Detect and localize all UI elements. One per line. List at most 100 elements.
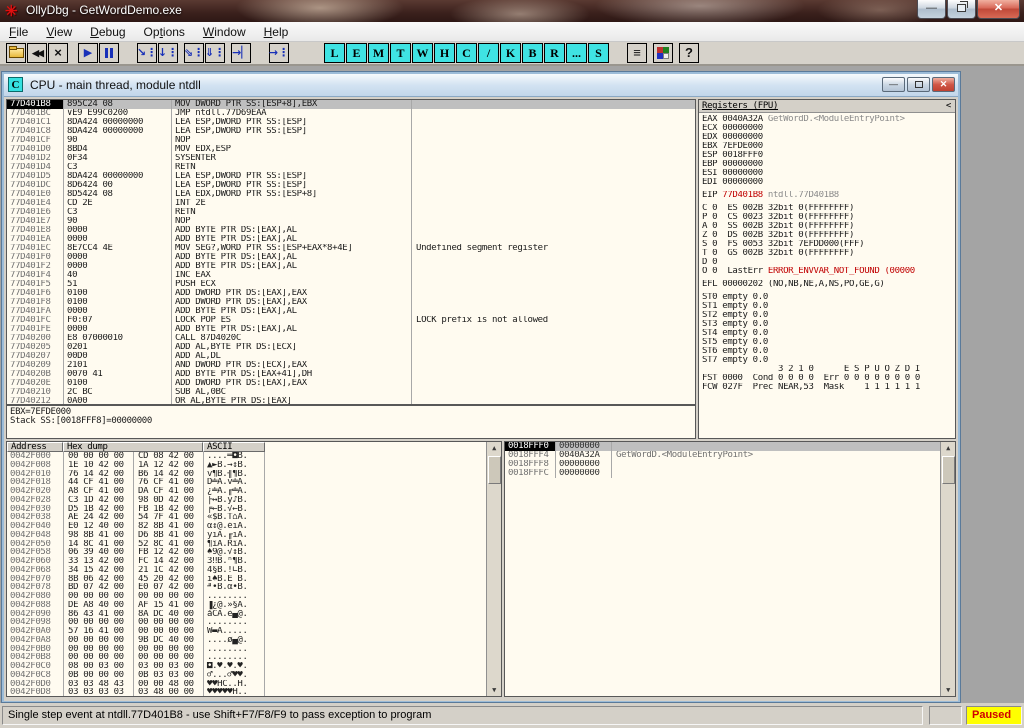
scroll-down-icon[interactable]: ▼ (941, 685, 955, 695)
disasm-row[interactable]: 77D401EA 0000 ADD BYTE PTR DS:[EAX],AL (7, 235, 695, 244)
hexdump-header-hex[interactable]: Hex dump (63, 442, 203, 452)
hexdump-row[interactable]: 0042F0D0 03 03 48 43 00 00 48 00 ♥♥HC..H… (7, 679, 486, 689)
disasm-row[interactable]: 77D4020B 0070 41 ADD BYTE PTR DS:[EAX+41… (7, 370, 695, 379)
viewer-window-button[interactable]: W (412, 43, 433, 63)
viewer-window-button[interactable]: L (324, 43, 345, 63)
disasm-row[interactable]: 77D401D0 8BD4 MOV EDX,ESP (7, 145, 695, 154)
cpu-titlebar[interactable]: C CPU - main thread, module ntdll — ✕ (4, 74, 958, 97)
disasm-row[interactable]: 77D40209 2101 AND DWORD PTR DS:[ECX],EAX (7, 361, 695, 370)
menu-item[interactable]: View (37, 23, 81, 41)
viewer-window-button[interactable]: C (456, 43, 477, 63)
register-line[interactable]: EBX 7EFDE000 (699, 142, 955, 151)
stack-row[interactable]: 0018FFF0 00000000 (505, 442, 940, 451)
hexdump-row[interactable]: 0042F0A0 57 16 41 00 00 00 00 00 W▬A....… (7, 627, 486, 636)
flag-line[interactable]: A 0 SS 002B 32bit 0(FFFFFFFF) (699, 222, 955, 231)
scroll-down-icon[interactable]: ▼ (487, 685, 501, 695)
hexdump-row[interactable]: 0042F0B8 00 00 00 00 00 00 00 00 .......… (7, 653, 486, 662)
hexdump-row[interactable]: 0042F0B0 00 00 00 00 00 00 00 00 .......… (7, 644, 486, 654)
disasm-row[interactable]: 77D401FE 0000 ADD BYTE PTR DS:[EAX],AL (7, 325, 695, 334)
disasm-row[interactable]: 77D40210 2C BC SUB AL,0BC (7, 388, 695, 397)
cpu-minimize-button[interactable]: — (882, 77, 905, 92)
hexdump-pane[interactable]: Address Hex dump ASCII 0042F000 00 00 00… (6, 441, 502, 697)
stack-row[interactable]: 0018FFFC 00000000 (505, 469, 940, 478)
fpu-register-line[interactable]: ST6 empty 0.0 (699, 347, 955, 356)
disasm-row[interactable]: 77D401F5 51 PUSH ECX (7, 280, 695, 289)
hexdump-row[interactable]: 0042F0C0 08 00 03 00 03 00 03 00 ◘.♥.♥.♥… (7, 662, 486, 671)
scroll-up-icon[interactable]: ▲ (941, 443, 955, 453)
disasm-row[interactable]: 77D401BC ∨E9 E99C0200 JMP ntdll.77D69EAA (7, 109, 695, 118)
menu-item[interactable]: Window (194, 23, 255, 41)
viewer-window-button[interactable]: T (390, 43, 411, 63)
hexdump-row[interactable]: 0042F018 44 CF 41 00 76 CF 41 00 D╧A.v╧A… (7, 478, 486, 487)
hexdump-row[interactable]: 0042F050 14 8C 41 00 52 8C 41 00 ¶îA.RîA… (7, 539, 486, 549)
viewer-window-button[interactable]: R (544, 43, 565, 63)
disasm-row[interactable]: 77D401F4 40 INC EAX (7, 271, 695, 280)
menu-item[interactable]: Options (135, 23, 194, 41)
register-line[interactable]: EBP 00000000 (699, 160, 955, 169)
execute-till-return-button[interactable]: →▏ (231, 43, 251, 63)
flag-line[interactable]: S 0 FS 0053 32bit 7EFDD000(FFF) (699, 240, 955, 249)
hexdump-row[interactable]: 0042F080 00 00 00 00 00 00 00 00 .......… (7, 592, 486, 601)
hexdump-row[interactable]: 0042F060 33 13 42 00 FC 14 42 00 3‼B.ⁿ¶B… (7, 557, 486, 566)
hexdump-row[interactable]: 0042F008 1E 10 42 00 1A 12 42 00 ▲►B.→↕B… (7, 460, 486, 470)
stack-row[interactable]: 0018FFF8 00000000 (505, 460, 940, 469)
hexdump-row[interactable]: 0042F070 8B 06 42 00 45 20 42 00 ï♠B.E B… (7, 574, 486, 584)
hexdump-scrollbar[interactable]: ▲ ▼ (486, 442, 501, 696)
disasm-row[interactable]: 77D401E7 90 NOP (7, 217, 695, 226)
hexdump-row[interactable]: 0042F098 00 00 00 00 00 00 00 00 .......… (7, 618, 486, 627)
disasm-row[interactable]: 77D401D5 8DA424 00000000 LEA ESP,DWORD P… (7, 172, 695, 181)
disasm-row[interactable]: 77D40205 0201 ADD AL,BYTE PTR DS:[ECX] (7, 343, 695, 352)
register-line[interactable]: EDI 00000000 (699, 178, 955, 187)
cpu-restore-button[interactable] (907, 77, 930, 92)
viewer-window-button[interactable]: E (346, 43, 367, 63)
animate-into-button[interactable]: ⇘⋮ (184, 43, 204, 63)
disasm-row[interactable]: 77D401CF 90 NOP (7, 136, 695, 145)
hexdump-row[interactable]: 0042F078 BD 07 42 00 E0 07 42 00 ╜•B.α•B… (7, 583, 486, 592)
info-pane[interactable]: EBX=7EFDE000 Stack SS:[0018FFF8]=00000000 (6, 405, 696, 439)
eip-line[interactable]: EIP 77D401B8 ntdll.77D401B8 (699, 191, 955, 200)
flag-line[interactable]: P 0 CS 0023 32bit 0(FFFFFFFF) (699, 213, 955, 222)
registers-pane[interactable]: Registers (FPU) < EAX 0040A32A GetWordD.… (698, 99, 956, 439)
restart-button[interactable]: ◀◀ (27, 43, 47, 63)
flag-line[interactable]: Z 0 DS 002B 32bit 0(FFFFFFFF) (699, 231, 955, 240)
hexdump-row[interactable]: 0042F038 AE 24 42 00 54 7F 41 00 «$B.T⌂A… (7, 513, 486, 522)
disasm-row[interactable]: 77D401F2 0000 ADD BYTE PTR DS:[EAX],AL (7, 262, 695, 271)
disasm-row[interactable]: 77D401EC 8E7CC4 4E MOV SEG?,WORD PTR SS:… (7, 244, 695, 253)
hexdump-row[interactable]: 0042F020 A8 CF 41 00 DA CF 41 00 ¿╧A.╓╧A… (7, 487, 486, 496)
registers-collapse-button[interactable]: < (946, 101, 951, 111)
pause-button[interactable] (99, 43, 119, 63)
menu-item[interactable]: File (0, 23, 37, 41)
disasm-row[interactable]: 77D401F8 0100 ADD DWORD PTR DS:[EAX],EAX (7, 298, 695, 307)
stack-row[interactable]: 0018FFF4 0040A32A GetWordD.<ModuleEntryP… (505, 451, 940, 460)
hexdump-row[interactable]: 0042F028 C3 1D 42 00 98 0D 42 00 ├↔B.ÿ♪B… (7, 495, 486, 505)
hexdump-row[interactable]: 0042F0C8 0B 00 00 00 0B 03 03 00 ♂...♂♥♥… (7, 670, 486, 680)
hexdump-row[interactable]: 0042F040 E0 12 40 00 82 8B 41 00 α↕@.éïA… (7, 522, 486, 531)
viewer-window-button[interactable]: / (478, 43, 499, 63)
fpu-register-line[interactable]: ST2 empty 0.0 (699, 311, 955, 320)
register-line[interactable]: ESP 0018FFF0 (699, 151, 955, 160)
close-program-button[interactable]: × (48, 43, 68, 63)
disasm-row[interactable]: 77D401B8 895C24 08 MOV DWORD PTR SS:[ESP… (7, 100, 695, 109)
viewer-window-button[interactable]: K (500, 43, 521, 63)
hexdump-row[interactable]: 0042F030 D5 1B 42 00 FB 1B 42 00 ╒←B.√←B… (7, 504, 486, 514)
disasm-row[interactable]: 77D40207 00D0 ADD AL,DL (7, 352, 695, 361)
hexdump-row[interactable]: 0042F090 86 43 41 00 8A DC 40 00 åCA.è▄@… (7, 609, 486, 619)
stack-scrollbar[interactable]: ▲ ▼ (940, 442, 955, 696)
run-button[interactable]: ▶ (78, 43, 98, 63)
disasm-row[interactable]: 77D40200 E8 07000010 CALL 87D4020C (7, 334, 695, 343)
hexdump-row[interactable]: 0042F010 76 14 42 00 B6 14 42 00 v¶B.╢¶B… (7, 469, 486, 479)
hexdump-row[interactable]: 0042F058 06 39 40 00 FB 12 42 00 ♠9@.√↕B… (7, 548, 486, 557)
fpu-register-line[interactable]: ST7 empty 0.0 (699, 356, 955, 365)
disasm-row[interactable]: 77D40212 0A00 OR AL,BYTE PTR DS:[EAX] (7, 397, 695, 404)
open-file-button[interactable] (6, 43, 26, 63)
scrollbar-thumb[interactable] (942, 456, 955, 484)
disasm-row[interactable]: 77D401D2 0F34 SYSENTER (7, 154, 695, 163)
hexdump-row[interactable]: 0042F0D8 03 03 03 03 03 48 00 00 ♥♥♥♥♥H.… (7, 688, 486, 696)
disasm-row[interactable]: 77D401FA 0000 ADD BYTE PTR DS:[EAX],AL (7, 307, 695, 316)
register-line[interactable]: ESI 00000000 (699, 169, 955, 178)
step-over-button[interactable]: ↓⋮ (158, 43, 178, 63)
register-line[interactable]: EAX 0040A32A GetWordD.<ModuleEntryPoint> (699, 115, 955, 124)
viewer-window-button[interactable]: ... (566, 43, 587, 63)
disasm-row[interactable]: 77D401C1 8DA424 00000000 LEA ESP,DWORD P… (7, 118, 695, 127)
disasm-row[interactable]: 77D401D4 C3 RETN (7, 163, 695, 172)
